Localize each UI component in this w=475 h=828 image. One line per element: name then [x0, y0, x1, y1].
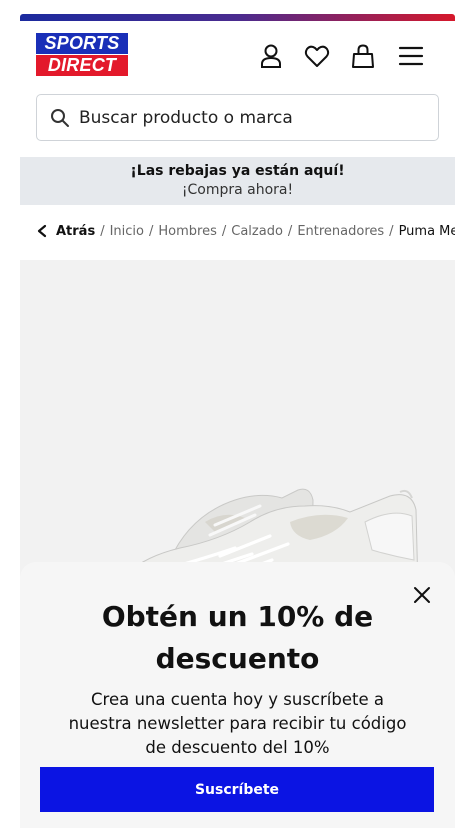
site-header: SPORTS DIRECT	[20, 21, 455, 91]
search-bar[interactable]	[36, 94, 439, 141]
search-input[interactable]	[79, 103, 429, 133]
breadcrumb-item-hombres[interactable]: Hombres	[158, 224, 216, 239]
search-icon[interactable]	[50, 108, 70, 128]
logo-top-text: SPORTS	[36, 33, 128, 54]
sports-direct-logo[interactable]: SPORTS DIRECT	[36, 33, 128, 77]
bag-icon[interactable]	[348, 41, 378, 71]
sneakers-illustration	[114, 488, 419, 590]
back-label: Atrás	[56, 223, 96, 239]
promo-title: ¡Las rebajas ya están aquí!	[130, 163, 345, 179]
breadcrumb-item-calzado[interactable]: Calzado	[231, 224, 283, 239]
modal-description-line: nuestra newsletter para recibir tu códig…	[68, 714, 407, 733]
breadcrumb-item-entrenadores[interactable]: Entrenadores	[297, 224, 384, 239]
breadcrumb-separator: /	[287, 223, 293, 239]
modal-description-line: Crea una cuenta hoy y suscríbete a	[91, 690, 384, 709]
modal-title: Obtén un 10% de descuento	[40, 596, 435, 680]
logo-bottom-text: DIRECT	[36, 55, 128, 76]
breadcrumb-separator: /	[221, 223, 227, 239]
modal-title-line: descuento	[155, 642, 320, 675]
page: SPORTS DIRECT Buscar producto o marca ¡L…	[20, 14, 455, 828]
modal-description-line: de descuento del 10%	[145, 738, 330, 757]
menu-icon[interactable]	[396, 41, 426, 71]
promo-banner[interactable]: ¡Las rebajas ya están aquí! ¡Compra ahor…	[20, 157, 455, 205]
breadcrumb-separator: /	[100, 223, 105, 239]
subscribe-button[interactable]: Suscríbete	[40, 767, 434, 812]
chevron-left-icon	[37, 224, 47, 238]
back-link[interactable]: Atrás	[36, 224, 95, 239]
promo-subtitle[interactable]: ¡Compra ahora!	[20, 182, 455, 198]
product-image[interactable]	[20, 260, 455, 590]
breadcrumb: Atrás / Inicio / Hombres / Calzado / Ent…	[36, 220, 455, 242]
modal-description: Crea una cuenta hoy y suscríbete a nuest…	[34, 688, 441, 760]
breadcrumb-current: Puma Men's	[398, 223, 455, 239]
brand-gradient-bar	[20, 14, 455, 21]
breadcrumb-separator: /	[149, 223, 154, 239]
breadcrumb-separator: /	[389, 223, 394, 239]
breadcrumb-item-inicio[interactable]: Inicio	[110, 224, 144, 239]
discount-modal: Obtén un 10% de descuento Crea una cuent…	[20, 562, 455, 828]
account-icon[interactable]	[256, 41, 286, 71]
modal-title-line: Obtén un 10% de	[101, 600, 374, 633]
wishlist-heart-icon[interactable]	[302, 41, 332, 71]
